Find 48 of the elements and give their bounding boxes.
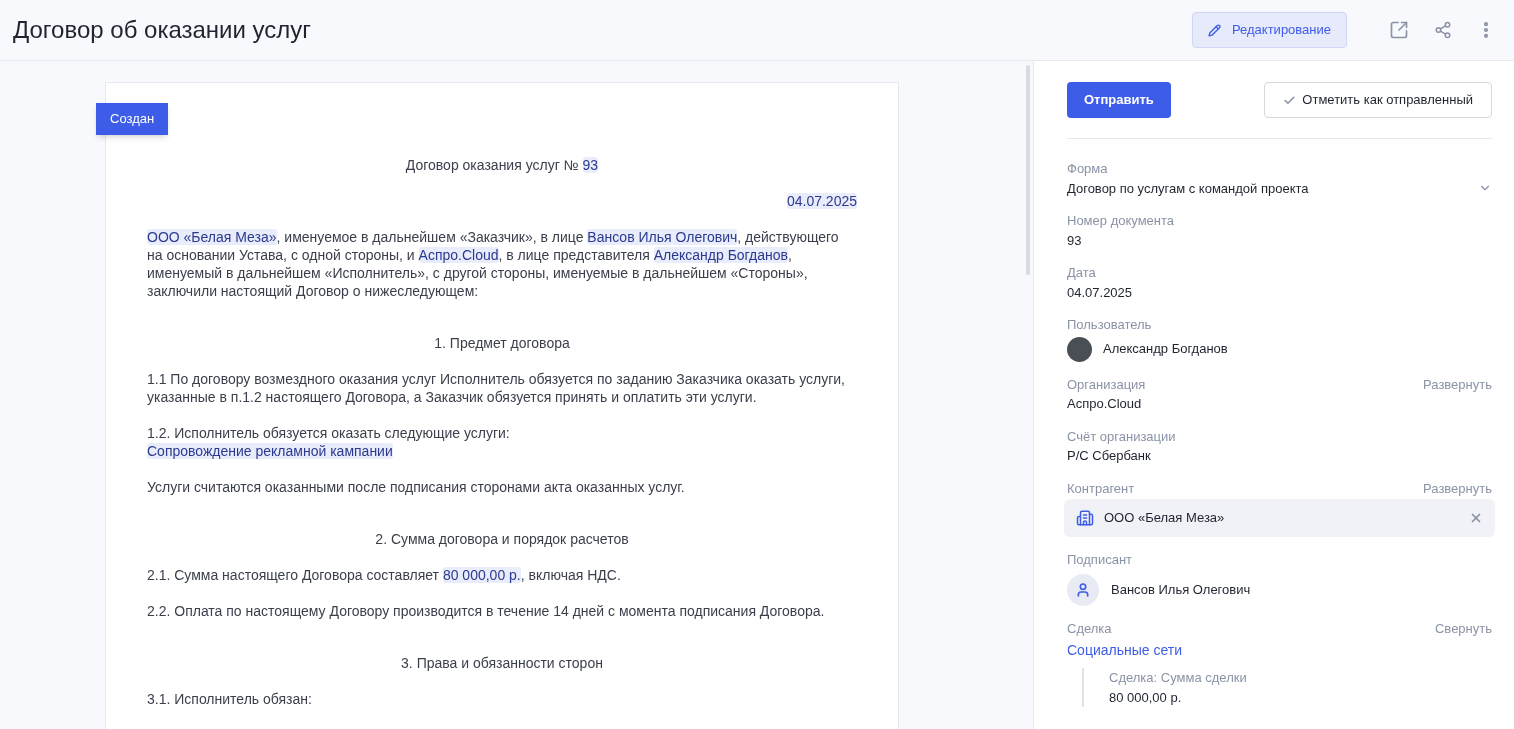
field-value: 04.07.2025 — [1067, 283, 1134, 302]
toggle-link[interactable]: Свернуть — [1435, 618, 1492, 638]
page-title: Договор об оказании услуг — [13, 15, 313, 45]
pencil-icon — [1207, 23, 1221, 37]
field-value: 80 000,00 р. — [1109, 688, 1183, 707]
field-label: Сделка: Сумма сделки — [1109, 669, 1248, 687]
send-button[interactable]: Отправить — [1067, 82, 1171, 118]
share-icon[interactable] — [1434, 21, 1452, 39]
section-heading: 3. Права и обязанности сторон — [400, 654, 604, 672]
signer-name: Вансов Илья Олегович — [1111, 580, 1251, 599]
toggle-link[interactable]: Развернуть — [1423, 374, 1492, 394]
paragraph: 3.1. Исполнитель обязан: — [147, 690, 313, 708]
user-name: Александр Богданов — [1103, 340, 1228, 359]
paragraph: ООО «Белая Меза», именуемое в дальнейшем «Заказчик», в лице Вансов Илья Олегович, действующего на основании Устава, с одной стороны, и Аспро.Cloud, в лице представителя Александр Богданов, именуемый в дальнейшем «Исполнитель», с другой стороны, именуемые в дальнейшем «Стороны», заключили настоящий Договор о нижеследующем: — [147, 228, 840, 300]
form-select[interactable]: Договор по услугам с командой проекта — [1067, 178, 1492, 198]
field-label: Дата — [1067, 264, 1096, 282]
field-label: Подписант — [1067, 551, 1133, 569]
field-value: Аспро.Cloud — [1067, 395, 1143, 413]
field-label: Номер документа — [1067, 212, 1174, 230]
section-heading: 2. Сумма договора и порядок расчетов — [374, 530, 630, 548]
field-value: 93 — [1067, 231, 1083, 250]
field-label: Сделка — [1067, 619, 1112, 638]
building-icon — [1076, 509, 1094, 527]
edit-button[interactable]: Редактирование — [1191, 12, 1347, 48]
field-label: Счёт организации — [1067, 427, 1176, 446]
paragraph: 1.1 По договору возмездного оказания услуг Исполнитель обязуется по заданию Заказчика оказать услуги, указанные в п.1.2 настоящего Договора, а Заказчик обязуется принять и оплатить эти услуги. — [147, 370, 846, 406]
counterparty-chip[interactable]: ООО «Белая Меза» — [1064, 499, 1495, 537]
paragraph: 1.2. Исполнитель обязуется оказать следующие услуги: Сопровождение рекламной кампании — [147, 424, 511, 460]
deal-link[interactable]: Социальные сети — [1067, 642, 1182, 658]
field-label: Форма — [1067, 160, 1108, 178]
check-icon — [1283, 93, 1297, 107]
person-icon — [1075, 581, 1091, 598]
status-badge: Создан — [96, 103, 169, 135]
field-label: Контрагент — [1067, 479, 1135, 498]
paragraph: 2.1. Сумма настоящего Договора составляет 80 000,00 р., включая НДС. — [147, 566, 622, 584]
section-heading: Договор оказания услуг № 93 — [404, 156, 600, 174]
toggle-link[interactable]: Развернуть — [1423, 478, 1492, 498]
paragraph: Услуги считаются оказанными после подписания сторонами акта оказанных услуг. — [147, 478, 686, 496]
paragraph: 2.2. Оплата по настоящему Договору производится в течение 14 дней с момента подписания Договора. — [147, 602, 826, 620]
mark-sent-button[interactable]: Отметить как отправленный — [1264, 82, 1492, 118]
close-icon[interactable] — [1469, 511, 1483, 525]
external-link-icon[interactable] — [1389, 20, 1409, 40]
avatar-photo-placeholder — [1067, 336, 1092, 362]
field-label: Организация — [1067, 375, 1146, 394]
document-date: 04.07.2025 — [785, 192, 857, 210]
field-value: Р/С Сбербанк — [1067, 447, 1152, 465]
section-heading: 1. Предмет договора — [433, 334, 571, 352]
field-label: Пользователь — [1067, 316, 1152, 334]
